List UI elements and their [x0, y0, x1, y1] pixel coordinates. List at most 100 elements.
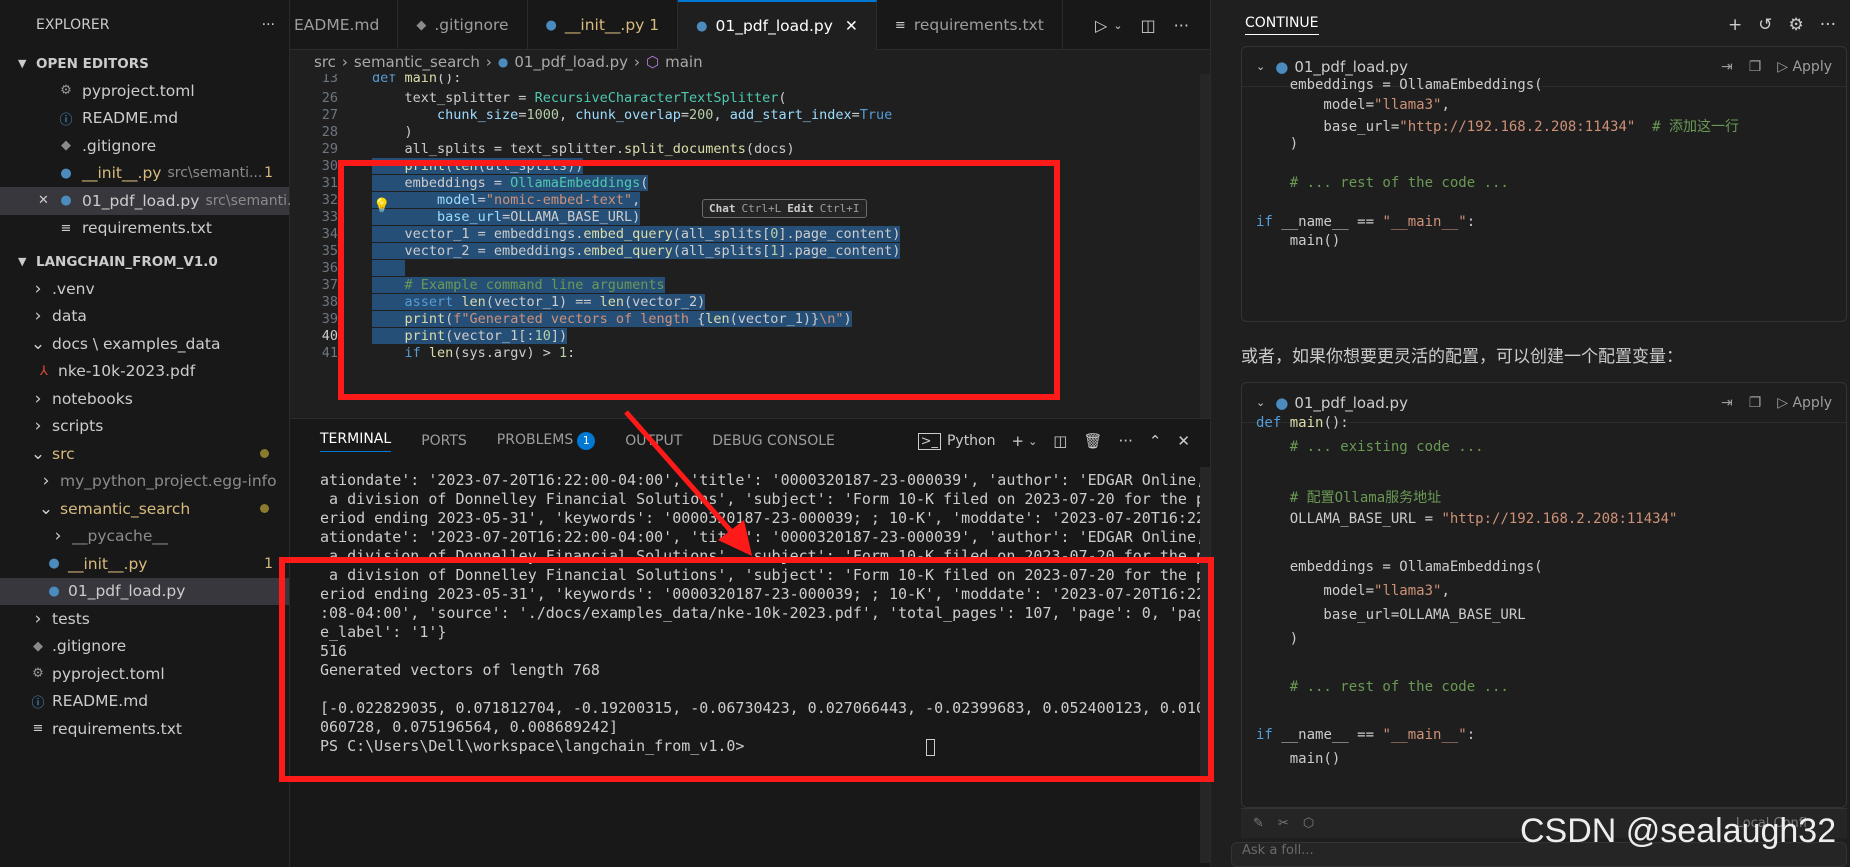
split-terminal-icon[interactable]: ◫ — [1053, 432, 1067, 450]
chevron-down-icon[interactable]: ⌄ — [1113, 19, 1122, 32]
tree-item[interactable]: ⌄ semantic_search — [0, 495, 289, 523]
code-line: embeddings = OllamaEmbeddings( — [1256, 559, 1543, 579]
code-line: # ... rest of the code ... — [1256, 175, 1509, 195]
apply-button[interactable]: ▷ Apply — [1777, 395, 1832, 411]
breadcrumb-item[interactable]: main — [665, 53, 702, 71]
plus-icon[interactable]: + — [1728, 15, 1742, 35]
tools-icon[interactable]: ✂ — [1278, 816, 1289, 831]
tab-eadme-md[interactable]: EADME.md — [290, 0, 399, 50]
tree-item[interactable]: ● __init__.py 1 — [0, 550, 289, 578]
tab-01-pdf-load-py[interactable]: ● 01_pdf_load.py ✕ — [678, 0, 877, 50]
code-token: # ... rest of the code ... — [1289, 174, 1509, 191]
code-line: model="llama3", — [1256, 97, 1449, 117]
open-editor-item[interactable]: ✕ ● 01_pdf_load.py src\semanti... — [0, 187, 300, 215]
tree-item[interactable]: › my_python_project.egg-info — [0, 468, 289, 496]
code-token: "http://192.168.2.208:11434" — [1441, 511, 1678, 527]
tab-debug-console[interactable]: DEBUG CONSOLE — [712, 433, 835, 449]
tree-item[interactable]: ⚙ pyproject.toml — [0, 660, 289, 688]
line-number: 28 — [321, 124, 338, 140]
open-editor-item[interactable]: ≡ requirements.txt — [0, 215, 289, 243]
close-icon[interactable]: ✕ — [1177, 432, 1190, 450]
add-terminal-icon[interactable]: + — [1012, 432, 1025, 450]
ellipsis-icon[interactable]: ··· — [262, 17, 275, 33]
project-section[interactable]: ▼ LANGCHAIN_FROM_V1.0 — [0, 248, 289, 275]
line-number: 31 — [321, 175, 338, 191]
tree-item[interactable]: › tests — [0, 605, 289, 633]
chevron-down-icon[interactable]: ⌄ — [1256, 396, 1265, 409]
breadcrumb-item[interactable]: 01_pdf_load.py — [514, 53, 628, 71]
editor-scrollbar[interactable] — [1200, 74, 1210, 418]
open-editor-item[interactable]: ● __init__.py src\semanti... 1 — [0, 160, 289, 188]
file-name: pyproject.toml — [82, 81, 195, 100]
tab-problems[interactable]: PROBLEMS 1 — [497, 432, 596, 450]
insert-icon[interactable]: ⇥ — [1721, 59, 1733, 75]
open-editor-item[interactable]: ◆ .gitignore — [0, 132, 289, 160]
line-number: 41 — [321, 345, 338, 361]
pdf-icon: ⅄ — [40, 363, 48, 379]
gear-icon[interactable]: ⚙ — [1789, 15, 1804, 35]
breadcrumb-item[interactable]: semantic_search — [354, 53, 480, 71]
open-editors-section[interactable]: ▼ OPEN EDITORS — [0, 50, 289, 77]
tree-item[interactable]: ≡ requirements.txt — [0, 715, 289, 743]
insert-icon[interactable]: ⇥ — [1721, 395, 1733, 411]
tree-item[interactable]: › scripts — [0, 413, 289, 441]
run-icon[interactable]: ▷ — [1095, 16, 1107, 35]
code-token: main — [404, 74, 438, 86]
panel-tab-label: OUTPUT — [625, 433, 683, 449]
breadcrumb-item[interactable]: src — [314, 53, 336, 71]
cube-icon: ⬡ — [646, 53, 660, 71]
code-token: __name__ == — [1281, 727, 1383, 743]
modified-dot — [260, 504, 269, 514]
tree-item[interactable]: ◆ .gitignore — [0, 633, 289, 661]
tree-item[interactable]: ● 01_pdf_load.py — [0, 577, 289, 605]
tab--gitignore[interactable]: ◆ .gitignore — [398, 0, 528, 50]
annotation-box-terminal — [279, 557, 1214, 782]
open-editor-item[interactable]: ⓘ README.md — [0, 105, 289, 133]
code-token: RecursiveCharacterTextSplitter — [534, 90, 779, 106]
chevron-up-icon[interactable]: ⌃ — [1149, 432, 1162, 450]
tab-output[interactable]: OUTPUT — [625, 433, 682, 449]
tab-ports[interactable]: PORTS — [421, 433, 467, 449]
ellipsis-icon[interactable]: ··· — [1174, 16, 1189, 35]
tab-requirements-txt[interactable]: ≡ requirements.txt — [877, 0, 1063, 50]
chevron-down-icon[interactable]: ⌄ — [1256, 60, 1265, 73]
tree-item[interactable]: ⌄ src — [0, 440, 289, 468]
tree-item[interactable]: › .venv — [0, 275, 289, 303]
cube-icon[interactable]: ⬡ — [1303, 816, 1314, 831]
close-icon[interactable]: ✕ — [845, 17, 858, 35]
tree-item[interactable]: ⓘ README.md — [0, 688, 289, 716]
copy-icon[interactable]: ❐ — [1749, 395, 1762, 411]
terminal-shell-label[interactable]: Python — [947, 433, 996, 449]
ellipsis-icon[interactable]: ··· — [1820, 15, 1836, 35]
ellipsis-icon[interactable]: ··· — [1119, 432, 1133, 450]
tree-item[interactable]: › data — [0, 303, 289, 331]
code-token: if — [1256, 727, 1282, 743]
history-icon[interactable]: ↺ — [1758, 15, 1772, 35]
code-token: model= — [1256, 583, 1375, 599]
file-name: __pycache__ — [72, 527, 168, 546]
modified-dot — [260, 449, 269, 459]
pencil-icon[interactable]: ✎ — [1253, 816, 1264, 831]
copy-icon[interactable]: ❐ — [1749, 59, 1762, 75]
open-editor-item[interactable]: ⚙ pyproject.toml — [0, 77, 289, 105]
close-icon[interactable]: ✕ — [38, 193, 49, 208]
chevron-down-icon[interactable]: ⌄ — [1028, 435, 1037, 448]
code-token: def — [1256, 415, 1290, 431]
code-line: embeddings = OllamaEmbeddings( — [1256, 77, 1543, 97]
tree-item[interactable]: › notebooks — [0, 385, 289, 413]
split-editor-icon[interactable]: ◫ — [1141, 16, 1156, 35]
tree-item[interactable]: ⅄ nke-10k-2023.pdf — [0, 358, 289, 386]
tab--init-py-1[interactable]: ● __init__.py 1 — [528, 0, 679, 50]
file-name: nke-10k-2023.pdf — [58, 362, 196, 381]
line-number: 32 — [321, 192, 338, 208]
continue-title[interactable]: CONTINUE — [1245, 15, 1319, 35]
code-token: base_url=OLLAMA_BASE_URL — [1256, 607, 1526, 623]
tab-terminal[interactable]: TERMINAL — [320, 431, 392, 452]
apply-button[interactable]: ▷ Apply — [1777, 59, 1832, 75]
tree-item[interactable]: › __pycache__ — [0, 523, 289, 551]
project-label: LANGCHAIN_FROM_V1.0 — [36, 253, 218, 270]
trash-icon[interactable]: 🗑 — [1083, 432, 1102, 450]
tree-item[interactable]: ⌄ docs \ examples_data — [0, 330, 289, 358]
terminal-icon[interactable]: >_ — [917, 432, 941, 450]
